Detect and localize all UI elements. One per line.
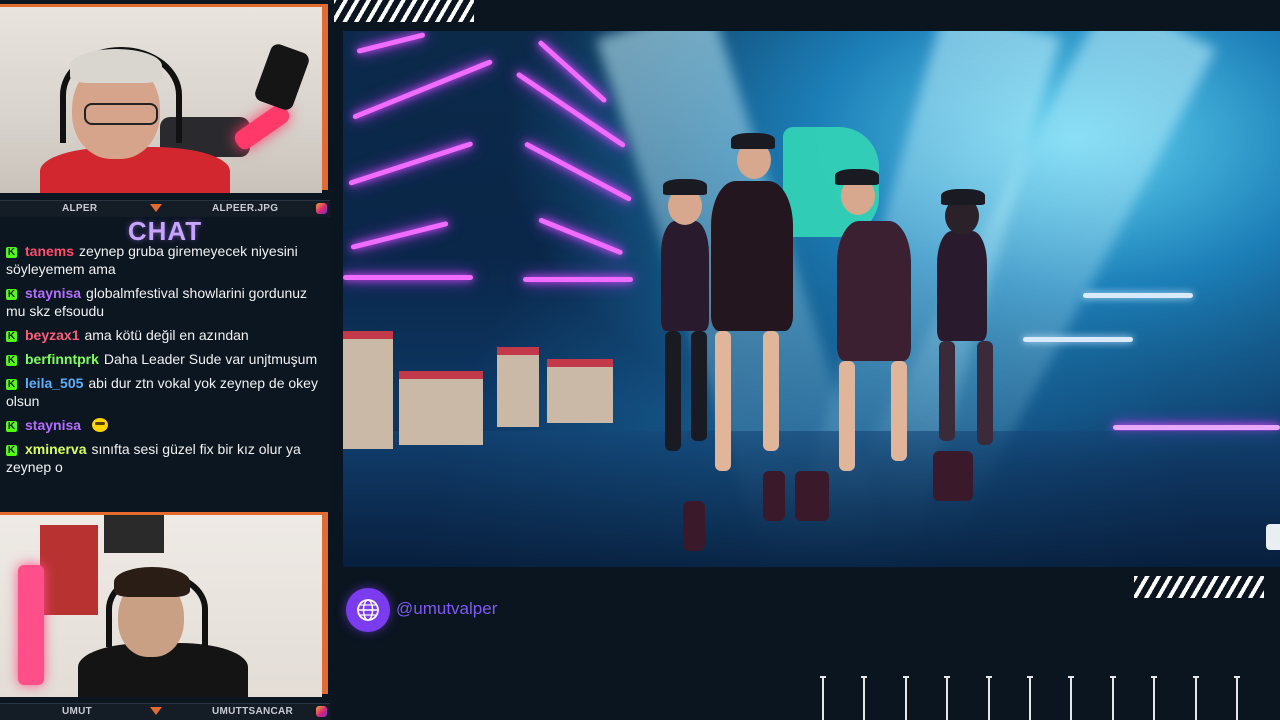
chat-username[interactable]: xminerva xyxy=(25,441,86,457)
chat-message: Kstaynisa globalmfestival showlarini gord… xyxy=(6,284,324,320)
guest-figure xyxy=(0,515,322,697)
chat-message: Kberfinntprk Daha Leader Sude var unjtmuş… xyxy=(6,350,324,368)
kick-badge-icon: K xyxy=(6,289,17,300)
tick-mark xyxy=(1027,676,1033,720)
left-panel: ALPER ALPEER.JPG CHAT Ktanems zeynep grub… xyxy=(0,0,332,720)
chevron-down-icon xyxy=(150,707,162,715)
streamer-figure xyxy=(0,7,322,193)
streamer-webcam xyxy=(0,4,322,193)
chat-message-list[interactable]: Ktanems zeynep gruba giremeyecek niyesini… xyxy=(6,242,324,512)
chat-message-text: Daha Leader Sude var unjtmuşum xyxy=(103,351,318,367)
streamer-nameplate: ALPER ALPEER.JPG xyxy=(0,200,330,217)
guest-webcam xyxy=(0,512,322,697)
tick-mark xyxy=(820,676,826,720)
main-video[interactable] xyxy=(343,31,1280,567)
tick-mark xyxy=(902,676,909,720)
chat-username[interactable]: leila_505 xyxy=(25,375,83,391)
guest-handle: UMUTTSANCAR xyxy=(212,706,294,717)
decorative-tick-marks xyxy=(818,676,1280,720)
streamer-handle: ALPEER.JPG xyxy=(212,203,279,214)
tick-mark xyxy=(1151,676,1158,720)
cam-border-accent xyxy=(322,512,328,694)
tick-mark xyxy=(1109,676,1116,720)
globe-icon xyxy=(357,599,379,621)
kick-badge-icon: K xyxy=(6,421,17,432)
decorative-stripes xyxy=(334,0,474,22)
chat-message-text: ama kötü değil en azından xyxy=(84,327,249,343)
tick-mark xyxy=(861,676,868,720)
chat-panel: CHAT Ktanems zeynep gruba giremeyecek niy… xyxy=(0,216,330,508)
chat-username[interactable]: beyzax1 xyxy=(25,327,79,343)
video-side-tab[interactable] xyxy=(1266,524,1280,550)
tick-mark xyxy=(1192,676,1199,720)
globe-icon-badge xyxy=(346,588,390,632)
kick-badge-icon: K xyxy=(6,355,17,366)
kick-badge-icon: K xyxy=(6,445,17,456)
chat-message: Kxminerva sınıfta sesi güzel fix bir kız … xyxy=(6,440,324,476)
cam-border-accent xyxy=(322,4,328,190)
chat-username[interactable]: staynisa xyxy=(25,417,81,433)
social-handle-text: @umutvalper xyxy=(396,599,498,618)
chevron-down-icon xyxy=(150,204,162,212)
instagram-icon xyxy=(316,706,327,717)
kick-badge-icon: K xyxy=(6,331,17,342)
chat-message: Kstaynisa xyxy=(6,416,324,434)
chat-username[interactable]: staynisa xyxy=(25,285,81,301)
chat-message: Kbeyzax1 ama kötü değil en azından xyxy=(6,326,324,344)
chat-message: Kleila_505 abi dur ztn vokal yok zeynep d… xyxy=(6,374,324,410)
instagram-icon xyxy=(316,203,327,214)
kick-badge-icon: K xyxy=(6,379,17,390)
decorative-stripes xyxy=(1134,576,1264,598)
tick-mark xyxy=(985,676,992,720)
chat-username[interactable]: berfinntprk xyxy=(25,351,99,367)
kick-badge-icon: K xyxy=(6,247,17,258)
chat-username[interactable]: tanems xyxy=(25,243,74,259)
guest-nameplate: UMUT UMUTTSANCAR xyxy=(0,703,330,720)
chat-message: Ktanems zeynep gruba giremeyecek niyesini… xyxy=(6,242,324,278)
tick-mark xyxy=(1234,676,1240,720)
emote-icon xyxy=(92,418,109,432)
tick-mark xyxy=(1068,676,1075,720)
tick-mark xyxy=(944,676,951,720)
guest-name: UMUT xyxy=(62,706,93,717)
streamer-name: ALPER xyxy=(62,203,98,214)
